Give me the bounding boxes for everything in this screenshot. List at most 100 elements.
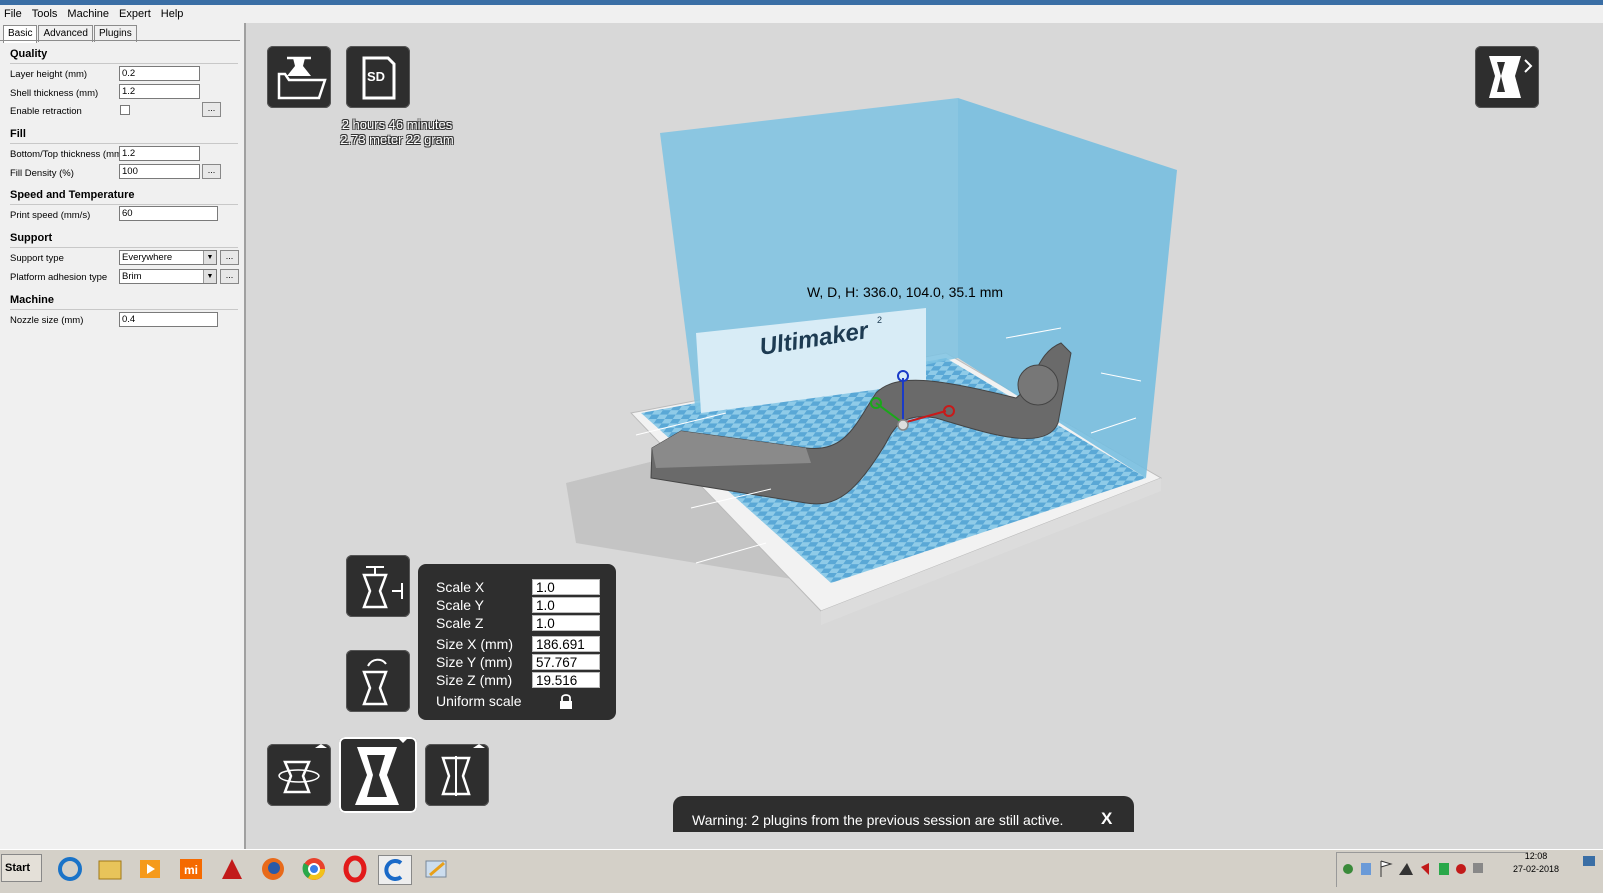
view-mode-icon (1489, 56, 1533, 98)
scale-max-button[interactable] (346, 555, 410, 617)
support-type-select[interactable]: Everywhere ▼ (119, 250, 217, 265)
save-to-sd-button[interactable]: SD (346, 46, 410, 108)
size-x-label: Size X (mm) (436, 636, 513, 652)
media-player-icon[interactable] (134, 855, 166, 883)
enable-retraction-checkbox[interactable] (120, 105, 130, 115)
menu-help[interactable]: Help (157, 8, 190, 20)
load-model-button[interactable] (267, 46, 331, 108)
size-z-input[interactable]: 19.516 (532, 672, 600, 688)
menu-file[interactable]: File (0, 8, 28, 20)
bottom-top-thickness-input[interactable]: 1.2 (119, 146, 200, 161)
shell-thickness-label: Shell thickness (mm) (10, 88, 99, 99)
chrome-icon[interactable] (298, 855, 330, 883)
sd-label: SD (367, 69, 386, 84)
section-speed: Speed and Temperature (10, 189, 135, 201)
scale-icon (355, 737, 409, 805)
mi-icon[interactable]: mi (175, 855, 207, 883)
model-dimensions: W, D, H: 336.0, 104.0, 35.1 mm (806, 284, 1004, 300)
clock[interactable]: 12:08 27-02-2018 (1513, 850, 1559, 876)
retraction-settings-button[interactable]: ... (202, 102, 221, 117)
explorer-icon[interactable] (94, 855, 126, 883)
reset-scale-button[interactable] (346, 650, 410, 712)
reset-icon (362, 658, 388, 706)
section-quality: Quality (10, 48, 48, 60)
scale-y-input[interactable]: 1.0 (532, 597, 600, 613)
layer-height-label: Layer height (mm) (10, 69, 88, 80)
section-machine: Machine (10, 294, 55, 306)
fill-density-label: Fill Density (%) (10, 168, 74, 179)
system-tray (1336, 852, 1527, 887)
print-speed-input[interactable]: 60 (119, 206, 218, 221)
view-mode-button[interactable] (1475, 46, 1539, 108)
menu-tools[interactable]: Tools (28, 8, 64, 20)
svg-text:mi: mi (184, 863, 198, 877)
tab-divider (0, 40, 240, 41)
show-desktop-button[interactable] (1583, 856, 1595, 866)
fill-density-input[interactable]: 100 (119, 164, 200, 179)
adhesion-settings-button[interactable]: ... (220, 269, 239, 284)
settings-tabs: Basic Advanced Plugins (3, 25, 138, 43)
clock-time: 12:08 (1524, 851, 1548, 861)
rotate-icon (278, 744, 327, 794)
scale-tool-button[interactable] (339, 737, 417, 813)
chevron-down-icon: ▼ (203, 251, 216, 264)
bottom-top-thickness-label: Bottom/Top thickness (mm) (10, 149, 126, 160)
support-settings-button[interactable]: ... (220, 250, 239, 265)
size-x-input[interactable]: 186.691 (532, 636, 600, 652)
section-divider (10, 247, 238, 248)
menu-machine[interactable]: Machine (63, 8, 115, 20)
mirror-tool-button[interactable] (425, 744, 489, 806)
paint-icon[interactable] (420, 855, 452, 883)
autocad-icon[interactable] (216, 855, 248, 883)
warning-bar: Warning: 2 plugins from the previous ses… (673, 796, 1134, 832)
start-button[interactable]: Start (1, 854, 42, 882)
scale-panel: Scale X 1.0 Scale Y 1.0 Scale Z 1.0 Size… (418, 564, 616, 720)
nozzle-size-label: Nozzle size (mm) (10, 315, 84, 326)
tray-icons (1343, 860, 1483, 877)
rotate-tool-button[interactable] (267, 744, 331, 806)
print-speed-label: Print speed (mm/s) (10, 210, 91, 221)
model-ball (1017, 364, 1059, 406)
print-time: 2 hours 46 minutes (341, 117, 453, 132)
adhesion-select[interactable]: Brim ▼ (119, 269, 217, 284)
opera-icon[interactable] (339, 855, 371, 883)
scale-x-label: Scale X (436, 579, 485, 595)
layer-height-input[interactable]: 0.2 (119, 66, 200, 81)
gizmo-center-handle[interactable] (897, 419, 909, 431)
shell-thickness-input[interactable]: 1.2 (119, 84, 200, 99)
size-y-input[interactable]: 57.767 (532, 654, 600, 670)
warning-close-button[interactable]: X (1101, 809, 1112, 829)
folder-icon (277, 56, 327, 100)
taskbar: Start mi 12:08 27-02-2018 (0, 849, 1603, 893)
firefox-icon[interactable] (257, 855, 289, 883)
adhesion-value: Brim (122, 271, 142, 282)
settings-panel: Basic Advanced Plugins Quality Layer hei… (0, 23, 246, 849)
chevron-down-icon: ▼ (203, 270, 216, 283)
size-y-label: Size Y (mm) (436, 654, 513, 670)
cura-icon[interactable] (378, 855, 412, 885)
scale-z-input[interactable]: 1.0 (532, 615, 600, 631)
mirror-icon (441, 744, 485, 796)
warning-text: Warning: 2 plugins from the previous ses… (692, 812, 1064, 828)
section-divider (10, 204, 238, 205)
adhesion-label: Platform adhesion type (10, 272, 108, 283)
print-info: 2 hours 46 minutes 2.73 meter 22 gram (287, 117, 507, 147)
lock-icon[interactable] (559, 694, 573, 710)
menu-expert[interactable]: Expert (115, 8, 157, 20)
menu-bar: File Tools Machine Expert Help (0, 5, 1603, 23)
scale-x-input[interactable]: 1.0 (532, 579, 600, 595)
section-divider (10, 309, 238, 310)
scale-y-label: Scale Y (436, 597, 484, 613)
ie-icon[interactable] (54, 855, 86, 883)
start-label: Start (5, 862, 31, 874)
scale-z-label: Scale Z (436, 615, 484, 631)
brand-superscript: 2 (877, 315, 882, 325)
scale-to-max-icon (362, 566, 403, 609)
section-divider (10, 63, 238, 64)
size-z-label: Size Z (mm) (436, 672, 513, 688)
nozzle-size-input[interactable]: 0.4 (119, 312, 218, 327)
uniform-scale-label: Uniform scale (436, 693, 522, 709)
fill-settings-button[interactable]: ... (202, 164, 221, 179)
section-fill: Fill (10, 128, 26, 140)
clock-date: 27-02-2018 (1512, 864, 1559, 874)
